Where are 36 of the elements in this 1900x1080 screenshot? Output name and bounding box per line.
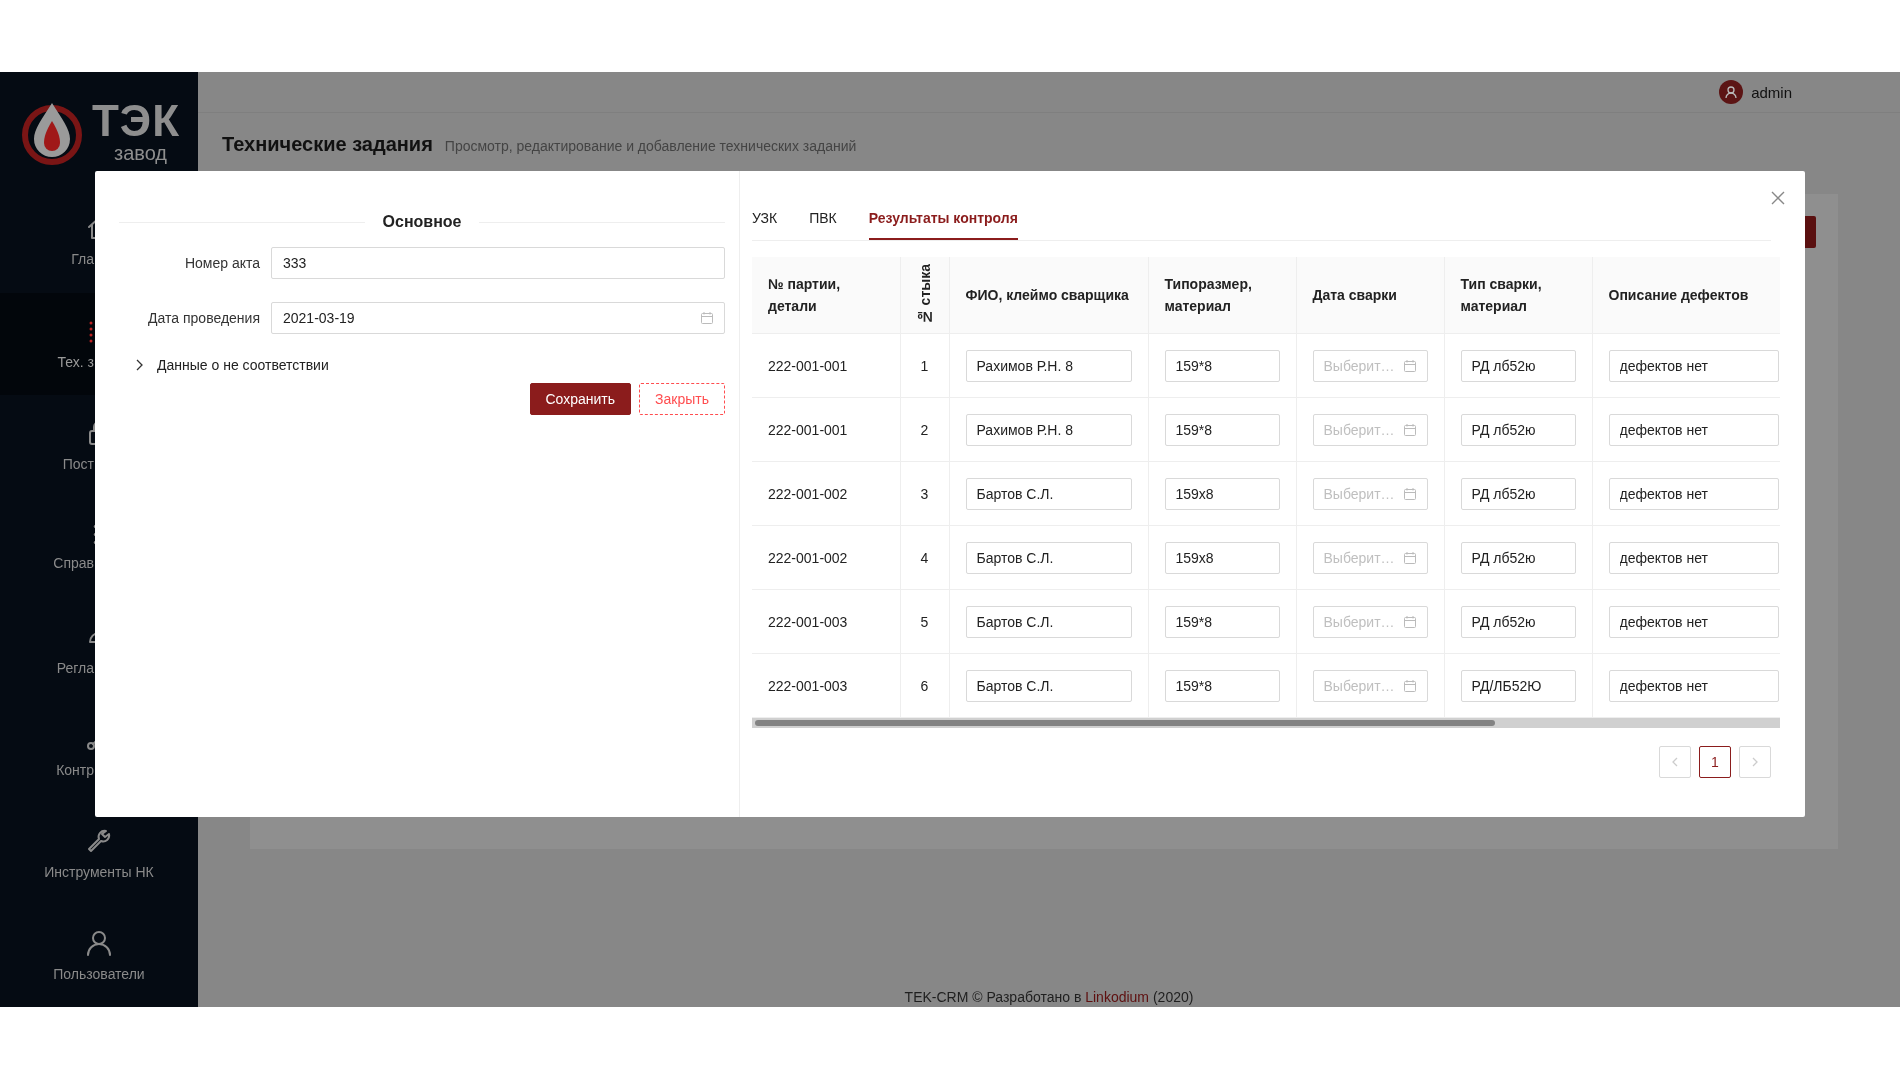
- page-title: Технические задания: [222, 133, 433, 156]
- sidebar-label: Справ: [52, 555, 94, 572]
- field-label: Номер акта: [183, 255, 261, 271]
- user-name: admin: [1751, 83, 1792, 101]
- table-cell: 6: [900, 653, 949, 718]
- logo-title: ТЭК: [91, 99, 180, 144]
- table-cell: 1: [900, 333, 949, 398]
- column-header: Тип сварки, материал: [1444, 257, 1592, 334]
- table-cell: 222-001-002: [752, 525, 900, 590]
- table-cell: 222-001-001: [752, 397, 900, 462]
- table-cell: 4: [900, 525, 949, 590]
- page-subtitle: Просмотр, редактирование и добавление технических заданий: [444, 138, 857, 154]
- table-cell: 5: [900, 589, 949, 654]
- section-title: Основное: [382, 213, 462, 231]
- column-header: № стыка: [915, 264, 934, 326]
- sidebar-label: Тех. з: [56, 353, 94, 370]
- table-cell: 222-001-003: [752, 589, 900, 654]
- sidebar-label: Пост: [61, 455, 94, 472]
- sidebar-label: Регла: [55, 659, 94, 676]
- table-cell: 3: [900, 461, 949, 526]
- table-cell: 222-001-003: [752, 653, 900, 718]
- sidebar-label: Контр: [55, 761, 94, 778]
- logo-subtitle: завод: [113, 143, 168, 164]
- column-header: Дата сварки: [1296, 257, 1444, 334]
- table-cell: 222-001-001: [752, 333, 900, 398]
- column-header: № партии, детали: [752, 257, 900, 334]
- sidebar-label: Инструменты НК: [44, 863, 154, 880]
- field-label: Дата проведения: [147, 310, 261, 326]
- table-cell: 2: [900, 397, 949, 462]
- sidebar-label: Пользователи: [53, 965, 145, 982]
- table-cell: 222-001-002: [752, 461, 900, 526]
- column-header: Описание дефектов: [1592, 257, 1780, 334]
- column-header: ФИО, клеймо сварщика: [949, 257, 1148, 334]
- sidebar-label: Гла: [70, 251, 94, 268]
- column-header: Типоразмер, материал: [1148, 257, 1296, 334]
- footer-text: TEK-CRM © Разработано в Linkodium (2020): [903, 989, 1195, 1005]
